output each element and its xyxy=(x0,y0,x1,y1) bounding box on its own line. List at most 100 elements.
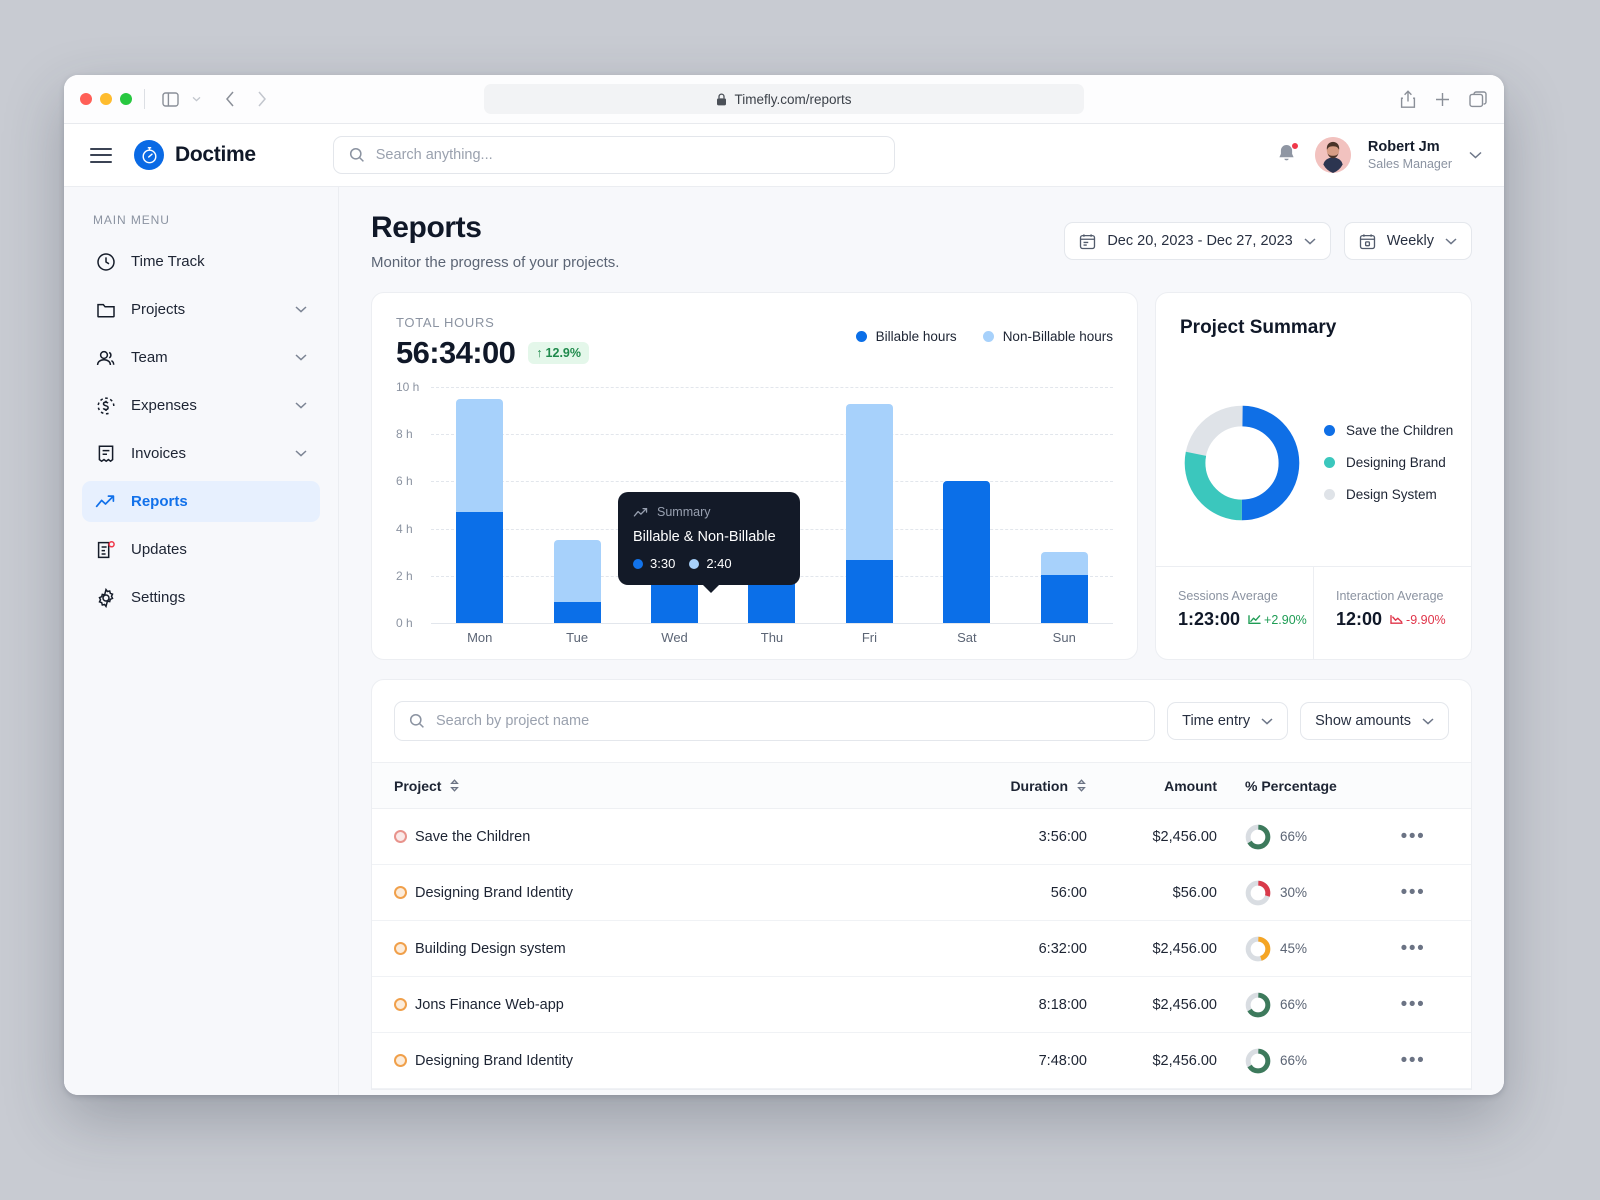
ellipsis-icon[interactable]: ••• xyxy=(1401,994,1426,1015)
chart-legend: Billable hours Non-Billable hours xyxy=(855,315,1113,344)
chevron-down-icon[interactable] xyxy=(1445,237,1457,245)
cell-amount: $56.00 xyxy=(1172,884,1217,901)
date-range-picker[interactable]: Dec 20, 2023 - Dec 27, 2023 xyxy=(1064,222,1331,260)
stacked-bar[interactable] xyxy=(553,540,601,623)
column-header-project[interactable]: Project xyxy=(394,778,937,794)
legend-item-billable[interactable]: Billable hours xyxy=(855,329,957,344)
page-subtitle: Monitor the progress of your projects. xyxy=(371,254,620,271)
window-controls xyxy=(80,93,132,105)
ellipsis-icon[interactable]: ••• xyxy=(1401,938,1426,959)
calendar-week-icon xyxy=(1359,233,1376,250)
total-hours-row: 56:34:00 ↑ 12.9% xyxy=(396,335,589,371)
close-window-button[interactable] xyxy=(80,93,92,105)
sidebar-item-projects[interactable]: Projects xyxy=(82,289,320,330)
period-selector[interactable]: Weekly xyxy=(1343,222,1472,260)
time-entry-filter[interactable]: Time entry xyxy=(1167,702,1289,740)
chevron-down-icon[interactable] xyxy=(295,354,307,361)
lock-icon xyxy=(716,92,727,106)
chevron-down-icon[interactable] xyxy=(1261,717,1273,725)
bar-segment-non-billable xyxy=(1040,552,1088,575)
x-tick-label: Sun xyxy=(1052,630,1076,645)
stacked-bar[interactable] xyxy=(1040,552,1088,623)
bar-segment-non-billable xyxy=(845,403,893,561)
user-info: Robert Jm Sales Manager xyxy=(1368,138,1452,172)
table-row[interactable]: Jons Finance Web-app 8:18:00 $2,456.00 66% •… xyxy=(372,977,1471,1033)
bar-column-mon[interactable] xyxy=(431,387,528,623)
sidebar-item-expenses[interactable]: Expenses xyxy=(82,385,320,426)
ellipsis-icon[interactable]: ••• xyxy=(1401,1050,1426,1071)
chart-tooltip: Summary Billable & Non-Billable 3:30 2:4… xyxy=(618,492,800,593)
stat-label: Sessions Average xyxy=(1178,589,1278,603)
bar-column-sun[interactable] xyxy=(1016,387,1113,623)
cell-actions: ••• xyxy=(1377,1050,1449,1072)
legend-dot-save-the-children xyxy=(1324,425,1335,436)
table-row[interactable]: Building Design system 6:32:00 $2,456.00 45… xyxy=(372,921,1471,977)
user-menu-chevron-down-icon[interactable] xyxy=(1469,151,1482,159)
chevron-down-icon[interactable] xyxy=(295,402,307,409)
table-row[interactable]: Save the Children 3:56:00 $2,456.00 66% ••• xyxy=(372,809,1471,865)
sort-icon[interactable] xyxy=(1076,779,1087,792)
ellipsis-icon[interactable]: ••• xyxy=(1401,882,1426,903)
brand-logo[interactable]: Doctime xyxy=(134,140,256,170)
percentage-wrap: 66% xyxy=(1245,824,1377,850)
sidebar-item-updates[interactable]: Updates xyxy=(82,529,320,570)
sidebar-item-time-track[interactable]: Time Track xyxy=(82,241,320,282)
chevron-down-icon[interactable] xyxy=(1304,237,1316,245)
sidebar-item-team[interactable]: Team xyxy=(82,337,320,378)
donut-legend-item[interactable]: Save the Children xyxy=(1324,423,1453,438)
cell-duration: 3:56:00 xyxy=(1038,828,1087,845)
chevron-down-icon[interactable] xyxy=(295,306,307,313)
bar-column-sat[interactable] xyxy=(918,387,1015,623)
project-status-dot-icon xyxy=(394,998,407,1011)
global-search-input[interactable]: Search anything... xyxy=(332,136,895,174)
plus-icon[interactable] xyxy=(1434,91,1451,108)
cell-actions: ••• xyxy=(1377,882,1449,904)
bar-column-tue[interactable] xyxy=(528,387,625,623)
hamburger-menu-icon[interactable] xyxy=(90,147,112,163)
minimize-window-button[interactable] xyxy=(100,93,112,105)
cell-amount: $2,456.00 xyxy=(1152,940,1217,957)
legend-item-non-billable[interactable]: Non-Billable hours xyxy=(982,329,1113,344)
tabs-icon[interactable] xyxy=(1469,90,1488,108)
donut-chart xyxy=(1184,405,1300,520)
bar-column-fri[interactable] xyxy=(821,387,918,623)
bell-icon[interactable] xyxy=(1276,142,1299,167)
sidebar-dropdown-icon[interactable] xyxy=(183,86,209,112)
table-row[interactable]: Designing Brand Identity 56:00 $56.00 30% ••… xyxy=(372,865,1471,921)
page-header: Reports Monitor the progress of your pro… xyxy=(371,211,1472,271)
column-header-duration[interactable]: Duration xyxy=(937,778,1087,794)
sidebar-toggle-icon[interactable] xyxy=(157,86,183,112)
percentage-value: 66% xyxy=(1280,1053,1308,1068)
stacked-bar[interactable] xyxy=(456,398,504,623)
address-bar[interactable]: Timefly.com/reports xyxy=(484,84,1084,114)
show-amounts-filter[interactable]: Show amounts xyxy=(1300,702,1449,740)
stat-value: 1:23:00 xyxy=(1178,609,1241,629)
tooltip-header-label: Summary xyxy=(657,505,711,519)
donut-legend-item[interactable]: Design System xyxy=(1324,487,1453,502)
stacked-bar[interactable] xyxy=(943,481,991,623)
table-header-row: Project Duration Amount % Percentage xyxy=(372,762,1471,809)
sidebar-item-reports[interactable]: Reports xyxy=(82,481,320,522)
ellipsis-icon[interactable]: ••• xyxy=(1401,826,1426,847)
y-tick: 10 h xyxy=(396,380,420,394)
stacked-bar[interactable] xyxy=(845,403,893,623)
percentage-ring-icon xyxy=(1245,992,1271,1017)
tooltip-non-billable-value: 2:40 xyxy=(706,556,732,571)
table-row[interactable]: Designing Brand Identity 7:48:00 $2,456.00… xyxy=(372,1033,1471,1089)
chevron-down-icon[interactable] xyxy=(1422,717,1434,725)
stat-delta: -9.90% xyxy=(1390,613,1446,627)
sidebar-item-invoices[interactable]: Invoices xyxy=(82,433,320,474)
forward-button[interactable] xyxy=(249,86,275,112)
maximize-window-button[interactable] xyxy=(120,93,132,105)
date-range-label: Dec 20, 2023 - Dec 27, 2023 xyxy=(1107,233,1293,249)
sidebar-item-settings[interactable]: Settings xyxy=(82,577,320,618)
sidebar-item-label: Reports xyxy=(131,493,188,510)
project-search-input[interactable]: Search by project name xyxy=(394,701,1156,741)
share-icon[interactable] xyxy=(1400,89,1416,109)
avatar[interactable] xyxy=(1314,137,1351,173)
browser-titlebar: Timefly.com/reports xyxy=(64,75,1504,124)
sort-icon[interactable] xyxy=(449,779,460,792)
donut-legend-item[interactable]: Designing Brand xyxy=(1324,455,1453,470)
chevron-down-icon[interactable] xyxy=(295,450,307,457)
back-button[interactable] xyxy=(217,86,243,112)
